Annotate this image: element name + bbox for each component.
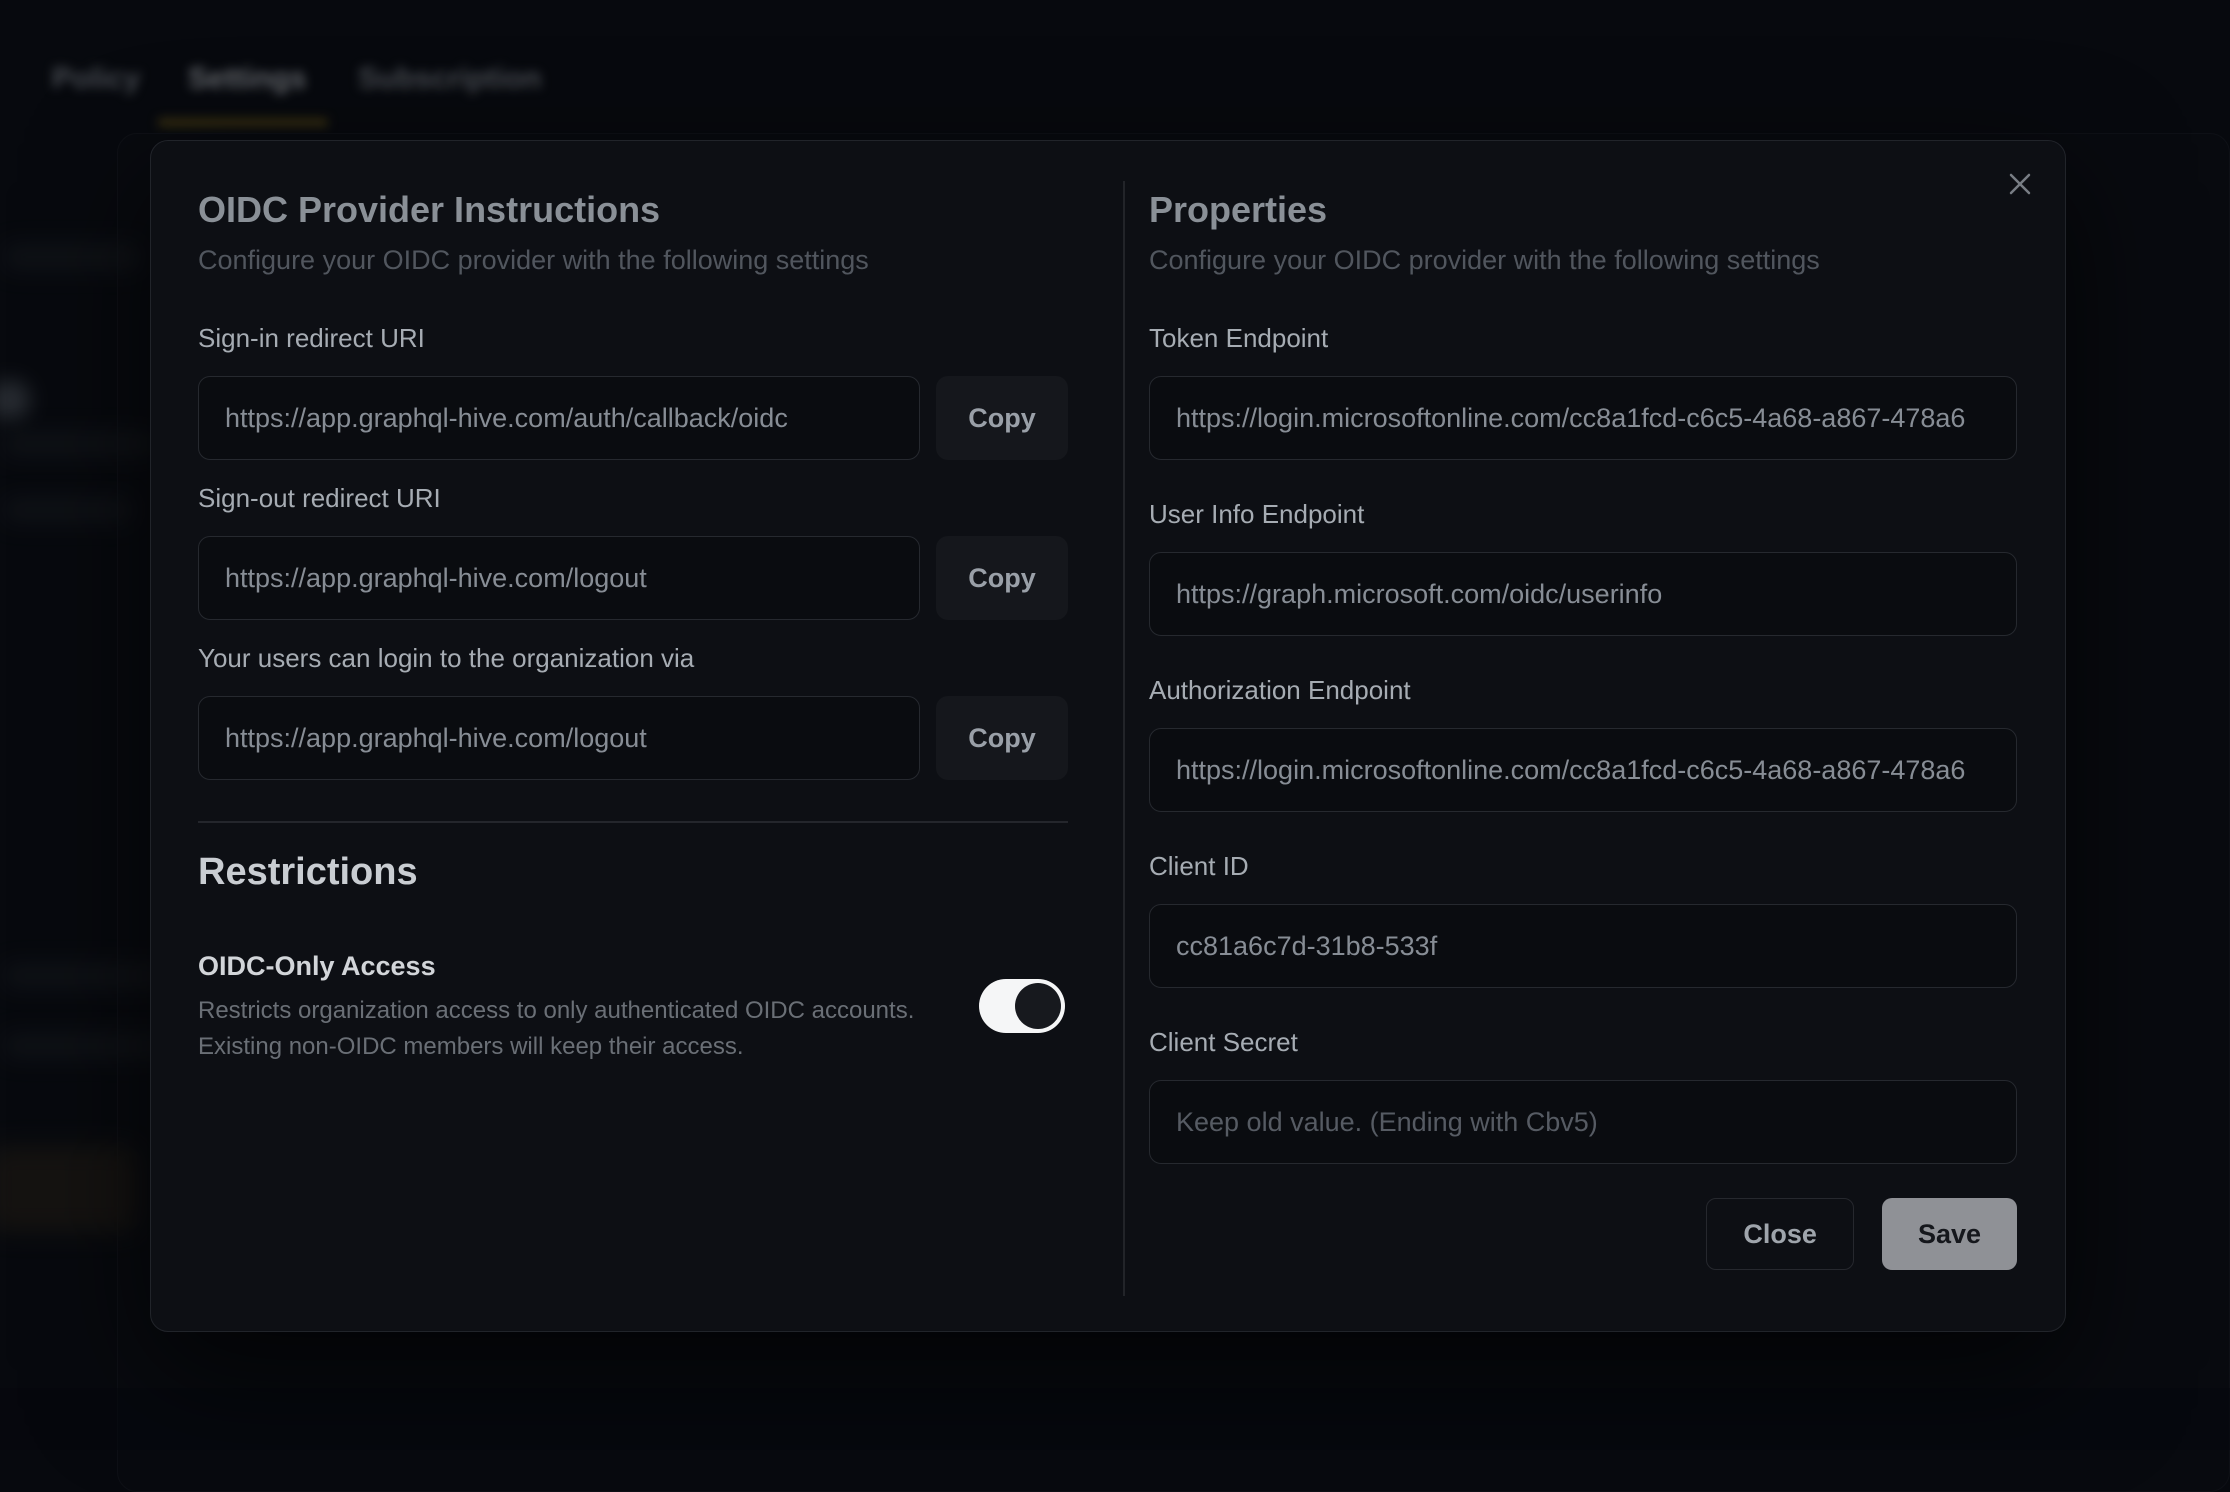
properties-subtitle: Configure your OIDC provider with the fo… (1149, 245, 1820, 276)
client-id-label: Client ID (1149, 851, 1249, 882)
instructions-title: OIDC Provider Instructions (198, 189, 660, 231)
signin-redirect-uri-label: Sign-in redirect URI (198, 323, 425, 354)
properties-title: Properties (1149, 189, 1327, 231)
client-secret-input[interactable] (1149, 1080, 2017, 1164)
close-button[interactable]: Close (1706, 1198, 1854, 1270)
oidc-only-access-description: Restricts organization access to only au… (198, 993, 914, 1029)
org-login-uri-input[interactable] (198, 696, 920, 780)
userinfo-endpoint-label: User Info Endpoint (1149, 499, 1364, 530)
copy-signout-uri-button[interactable]: Copy (936, 536, 1068, 620)
oidc-only-access-description: Existing non-OIDC members will keep thei… (198, 1029, 744, 1065)
signout-redirect-uri-label: Sign-out redirect URI (198, 483, 441, 514)
column-divider (1123, 181, 1125, 1296)
client-secret-label: Client Secret (1149, 1027, 1298, 1058)
signout-redirect-uri-input[interactable] (198, 536, 920, 620)
org-login-uri-label: Your users can login to the organization… (198, 643, 694, 674)
oidc-only-access-toggle[interactable] (979, 979, 1065, 1033)
authorization-endpoint-label: Authorization Endpoint (1149, 675, 1411, 706)
save-button[interactable]: Save (1882, 1198, 2017, 1270)
token-endpoint-label: Token Endpoint (1149, 323, 1328, 354)
signin-redirect-uri-input[interactable] (198, 376, 920, 460)
close-modal-button[interactable] (2000, 165, 2040, 205)
authorization-endpoint-input[interactable] (1149, 728, 2017, 812)
restrictions-heading: Restrictions (198, 851, 418, 894)
client-id-input[interactable] (1149, 904, 2017, 988)
toggle-thumb (1015, 983, 1061, 1029)
copy-signin-uri-button[interactable]: Copy (936, 376, 1068, 460)
restrictions-divider (198, 821, 1068, 823)
copy-org-login-uri-button[interactable]: Copy (936, 696, 1068, 780)
modal-actions: Close Save (1149, 1198, 2017, 1270)
token-endpoint-input[interactable] (1149, 376, 2017, 460)
close-icon (2005, 169, 2035, 202)
instructions-subtitle: Configure your OIDC provider with the fo… (198, 245, 869, 276)
oidc-only-access-label: OIDC-Only Access (198, 951, 436, 982)
oidc-settings-modal: OIDC Provider Instructions Configure you… (150, 140, 2066, 1332)
userinfo-endpoint-input[interactable] (1149, 552, 2017, 636)
